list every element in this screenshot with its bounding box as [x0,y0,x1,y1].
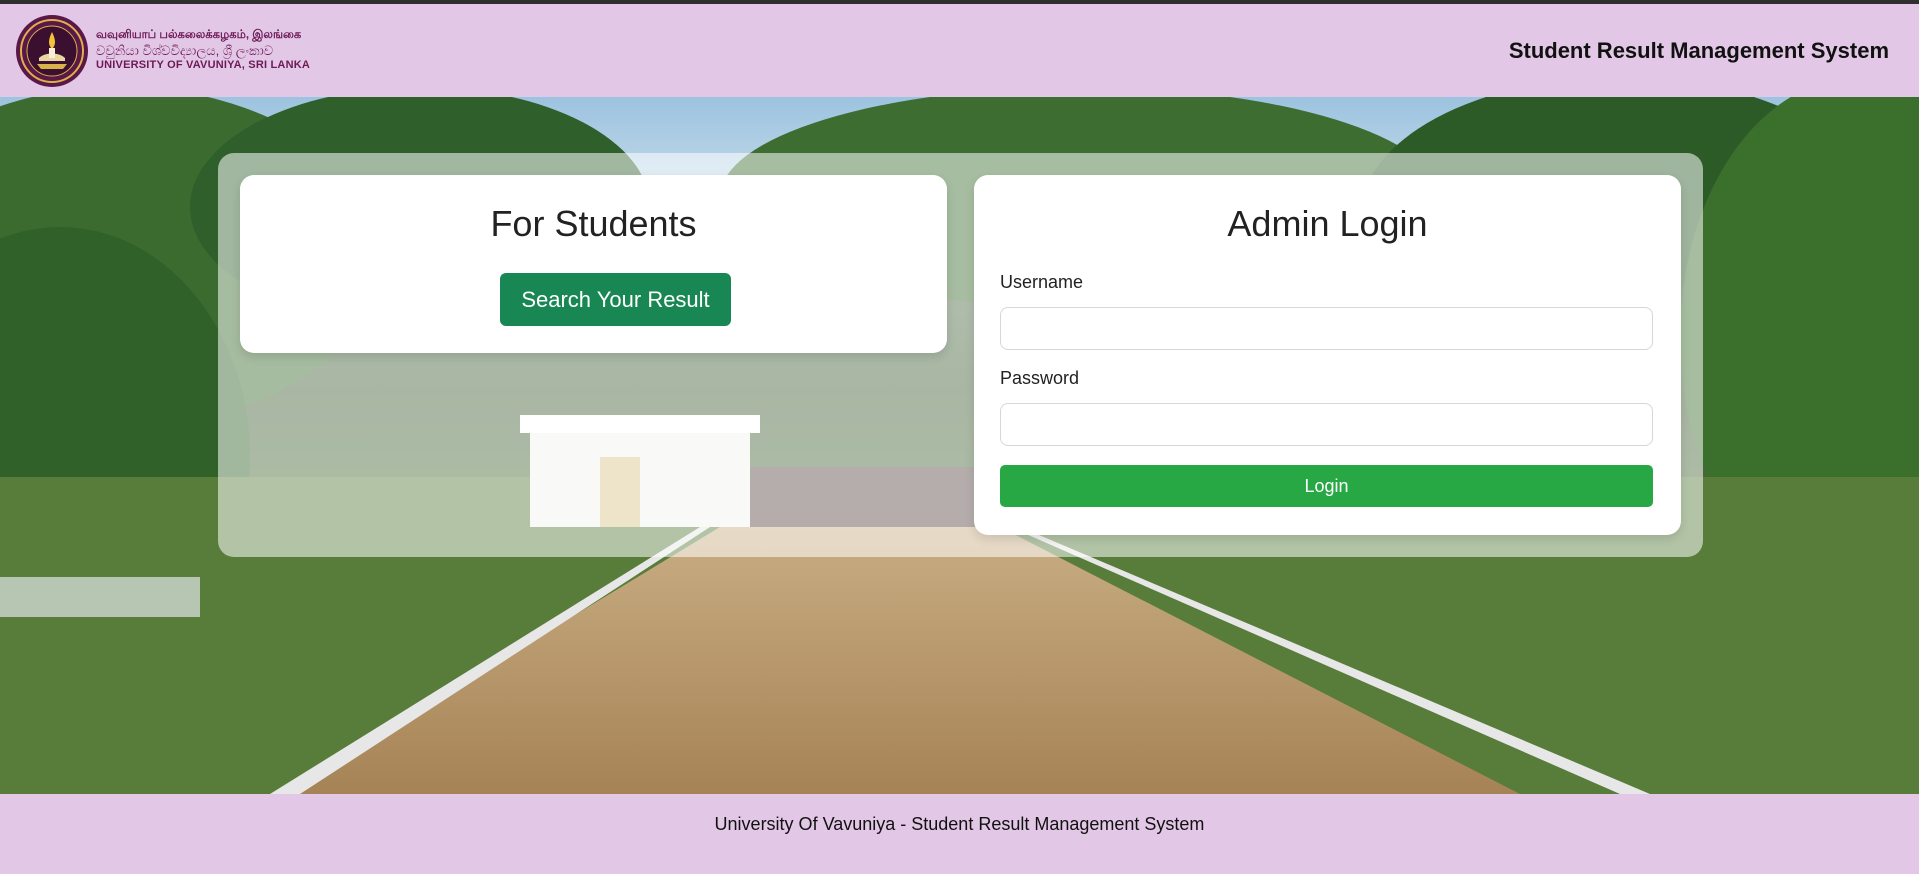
password-label: Password [1000,368,1080,388]
university-name-english: UNIVERSITY OF VAVUNIYA, SRI LANKA [96,59,310,71]
password-input[interactable] [1000,403,1653,446]
search-result-button[interactable]: Search Your Result [500,273,731,326]
content-panel: For Students Search Your Result Admin Lo… [218,153,1703,557]
students-card: For Students Search Your Result [240,175,947,353]
site-footer: University Of Vavuniya - Student Result … [0,794,1919,874]
username-input[interactable] [1000,307,1653,350]
hero-section: For Students Search Your Result Admin Lo… [0,97,1919,794]
login-button[interactable]: Login [1000,465,1653,507]
site-header: வவுனியாப் பல்கலைக்கழகம், இலங்கை වවුනියා … [0,4,1919,97]
university-name-sinhala: වවුනියා විශ්වවිද්‍යාලය, ශ්‍රී ලංකාව [96,43,274,58]
university-brand[interactable]: வவுனியாப் பல்கலைக்கழகம், இலங்கை වවුනියා … [15,14,310,88]
admin-login-heading: Admin Login [1227,203,1428,244]
admin-login-card: Admin Login Username Password Login [974,175,1681,535]
university-crest-icon [16,14,88,87]
students-heading: For Students [490,203,697,244]
university-name: வவுனியாப் பல்கலைக்கழகம், இலங்கை වවුනියා … [96,28,310,73]
footer-text: University Of Vavuniya - Student Result … [714,814,1205,834]
site-title: Student Result Management System [1508,37,1889,63]
university-name-tamil: வவுனியாப் பல்கலைக்கழகம், இலங்கை [96,29,302,41]
username-label: Username [1000,272,1084,292]
